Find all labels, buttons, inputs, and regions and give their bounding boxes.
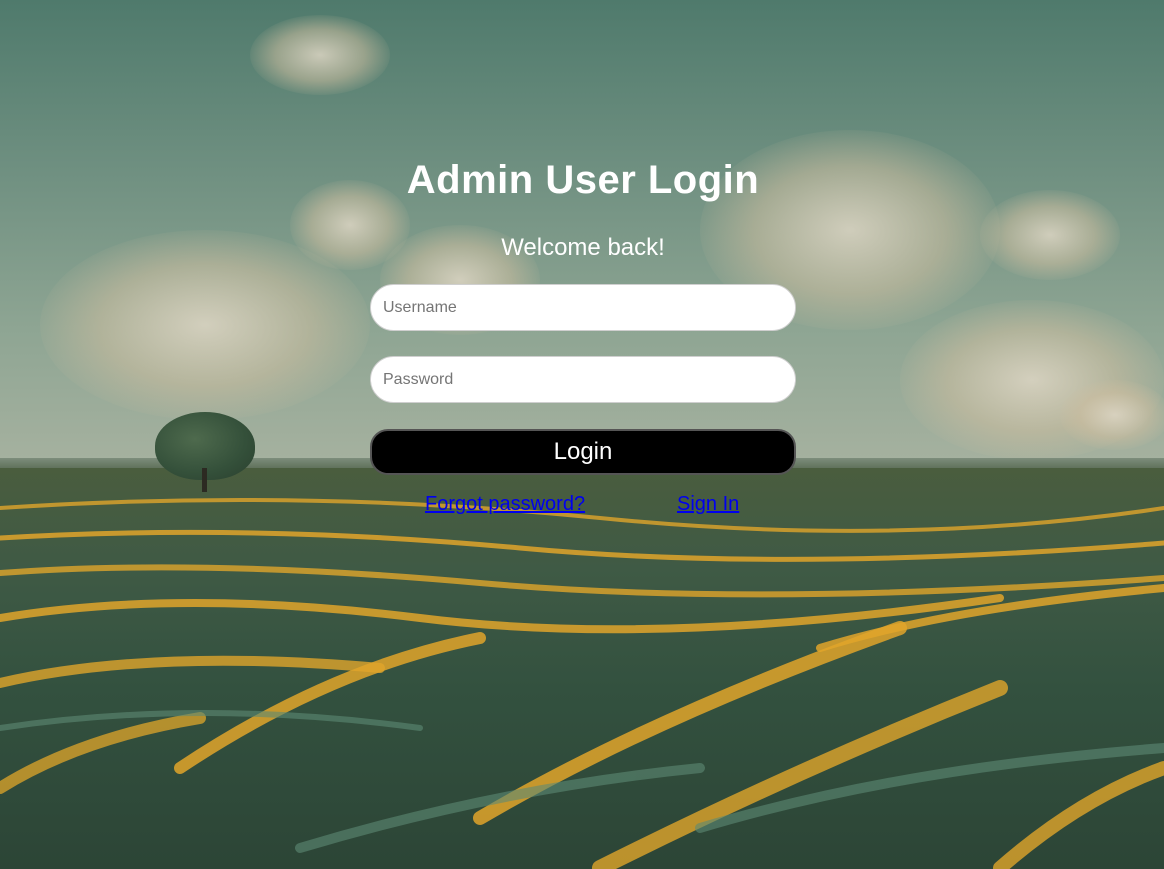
cloud: [1060, 380, 1164, 450]
cloud: [980, 190, 1120, 280]
login-form: Admin User Login Welcome back! Login For…: [370, 150, 796, 517]
tree-trunk: [202, 468, 207, 492]
auth-links: Forgot password? Sign In: [370, 493, 796, 517]
wheat-stripes: [0, 498, 1164, 869]
cloud: [250, 15, 390, 95]
welcome-text: Welcome back!: [501, 234, 665, 261]
sign-in-link[interactable]: Sign In: [677, 493, 739, 516]
username-input[interactable]: [370, 284, 796, 331]
password-input[interactable]: [370, 356, 796, 403]
page-title: Admin User Login: [406, 158, 760, 202]
login-button[interactable]: Login: [370, 429, 796, 475]
forgot-password-link[interactable]: Forgot password?: [425, 493, 585, 516]
